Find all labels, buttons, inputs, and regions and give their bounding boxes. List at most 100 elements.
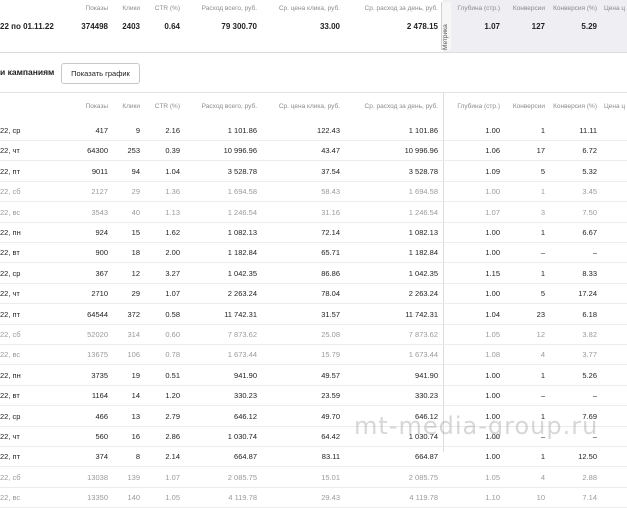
cell-avg-daily-spend: 10 996.96 — [404, 146, 438, 156]
table-row: 22, вт 900 18 2.00 1 182.84 65.71 1 182.84 1.00… — [0, 242, 627, 264]
cell-ctr: 0.58 — [165, 309, 180, 319]
column-header-avg-daily-spend: Ср. расход за день, руб. — [364, 103, 438, 110]
cell-spend-total: 1 694.58 — [227, 187, 257, 197]
cell-clicks: 106 — [127, 350, 140, 360]
cell-clicks: 40 — [131, 207, 140, 217]
cell-clicks: 12 — [131, 268, 140, 278]
cell-conversion-rate: 7.14 — [582, 493, 597, 503]
cell-spend-total: 1 246.54 — [227, 207, 257, 217]
cell-spend-total: 1 030.74 — [227, 432, 257, 441]
cell-depth: 1.10 — [485, 493, 500, 503]
cell-depth: 1.06 — [485, 146, 500, 156]
cell-impressions: 560 — [95, 432, 108, 441]
cell-clicks: 29 — [131, 187, 140, 197]
cell-conversions: 1 — [540, 187, 545, 197]
show-chart-button[interactable]: Показать график — [61, 63, 140, 84]
table-row: 22, ср 466 13 2.79 646.12 49.70 646.12 1.00 1 7.6… — [0, 406, 627, 427]
cell-spend-total: 11 742.31 — [224, 309, 257, 319]
cell-ctr: 2.00 — [165, 248, 180, 258]
column-header-conversions: Конверсии — [512, 103, 545, 110]
cell-conversions: 4 — [540, 472, 545, 482]
cell-clicks: 8 — [135, 452, 140, 462]
cell-spend-total: 941.90 — [234, 370, 257, 380]
cell-ctr: 0.39 — [165, 146, 180, 156]
cell-ctr: 1.05 — [165, 493, 180, 503]
cell-impressions: 1164 — [91, 391, 108, 401]
cell-impressions: 3735 — [91, 370, 108, 380]
cell-ctr: 1.20 — [165, 391, 180, 401]
row-date: 22, пт — [0, 166, 21, 176]
cell-impressions: 900 — [95, 248, 108, 258]
cell-conversions: – — [540, 432, 545, 441]
row-date: 22, вт — [0, 391, 20, 401]
cell-avg-cpc: 49.70 — [321, 411, 340, 421]
cell-avg-cpc: 72.14 — [321, 228, 340, 237]
cell-impressions: 2127 — [91, 187, 108, 197]
cell-avg-cpc: 15.79 — [321, 350, 340, 360]
summary-header-avg-daily-spend: Ср. расход за день, руб. — [364, 5, 438, 12]
table-row: 22, пт 64544 372 0.58 11 742.31 31.57 11 742.3… — [0, 304, 627, 325]
cell-ctr: 1.62 — [165, 228, 180, 237]
table-header-divider — [0, 92, 627, 93]
cell-spend-total: 646.12 — [234, 411, 257, 421]
cell-avg-daily-spend: 1 101.86 — [408, 126, 438, 135]
row-date: 22, ср — [0, 411, 21, 421]
row-date: 22, вс — [0, 207, 21, 217]
row-date: 22, сб — [0, 330, 21, 339]
cell-spend-total: 3 528.78 — [227, 166, 257, 176]
cell-spend-total: 2 085.75 — [227, 472, 257, 482]
cell-depth: 1.05 — [485, 472, 500, 482]
cell-conversion-rate: 5.26 — [582, 370, 597, 380]
cell-impressions: 13675 — [87, 350, 108, 360]
cell-impressions: 64544 — [87, 309, 108, 319]
summary-value-ctr: 0.64 — [164, 22, 180, 31]
cell-impressions: 13350 — [87, 493, 108, 503]
summary-header-cost-per-goal: Цена ц — [604, 5, 626, 12]
cell-avg-daily-spend: 1 246.54 — [408, 207, 438, 217]
cell-conversions: 4 — [540, 350, 545, 360]
cell-impressions: 374 — [95, 452, 108, 462]
cell-conversions: 5 — [540, 289, 545, 299]
row-date: 22, пн — [0, 228, 21, 237]
cell-conversion-rate: 6.18 — [582, 309, 597, 319]
summary-value-conversions: 127 — [531, 22, 545, 31]
cell-conversions: 10 — [536, 493, 545, 503]
cell-depth: 1.00 — [485, 228, 500, 237]
cell-impressions: 924 — [95, 228, 108, 237]
cell-conversion-rate: 11.11 — [579, 126, 597, 135]
cell-depth: 1.05 — [485, 330, 500, 339]
column-header-ctr: CTR (%) — [154, 103, 180, 110]
cell-conversion-rate: 12.50 — [578, 452, 597, 462]
cell-conversions: – — [540, 391, 545, 401]
cell-avg-cpc: 78.04 — [321, 289, 340, 299]
cell-spend-total: 2 263.24 — [227, 289, 257, 299]
cell-ctr: 0.78 — [165, 350, 180, 360]
table-row: 22, чт 2710 29 1.07 2 263.24 78.04 2 263.24 1.0… — [0, 283, 627, 305]
cell-avg-daily-spend: 1 042.35 — [408, 268, 438, 278]
cell-conversion-rate: – — [592, 248, 597, 258]
cell-conversion-rate: 3.45 — [582, 187, 597, 197]
cell-avg-daily-spend: 4 119.78 — [409, 493, 438, 503]
cell-avg-daily-spend: 7 873.62 — [408, 330, 438, 339]
cell-clicks: 94 — [131, 166, 140, 176]
cell-avg-daily-spend: 1 673.44 — [408, 350, 438, 360]
row-date: 22, чт — [0, 146, 20, 156]
cell-ctr: 2.16 — [165, 126, 180, 135]
table-row: 22, пн 924 15 1.62 1 082.13 72.14 1 082.13 1.00… — [0, 222, 627, 243]
cell-clicks: 14 — [131, 391, 140, 401]
cell-avg-daily-spend: 11 742.31 — [405, 309, 438, 319]
cell-conversions: – — [540, 248, 545, 258]
column-header-avg-cpc: Ср. цена клика, руб. — [278, 103, 340, 110]
cell-clicks: 13 — [131, 411, 140, 421]
table-row: 22, вс 3543 40 1.13 1 246.54 31.16 1 246.54 1.0… — [0, 202, 627, 223]
cell-avg-cpc: 86.86 — [321, 268, 340, 278]
cell-avg-cpc: 83.11 — [321, 452, 340, 462]
cell-avg-daily-spend: 2 085.75 — [408, 472, 438, 482]
cell-spend-total: 1 082.13 — [227, 228, 257, 237]
summary-header-avg-cpc: Ср. цена клика, руб. — [278, 5, 340, 12]
cell-avg-cpc: 29.43 — [321, 493, 340, 503]
cell-ctr: 0.60 — [165, 330, 180, 339]
summary-header-spend-total: Расход всего, руб. — [201, 5, 257, 12]
cell-spend-total: 664.87 — [234, 452, 257, 462]
metrika-vertical-label: Метрика — [441, 2, 451, 50]
